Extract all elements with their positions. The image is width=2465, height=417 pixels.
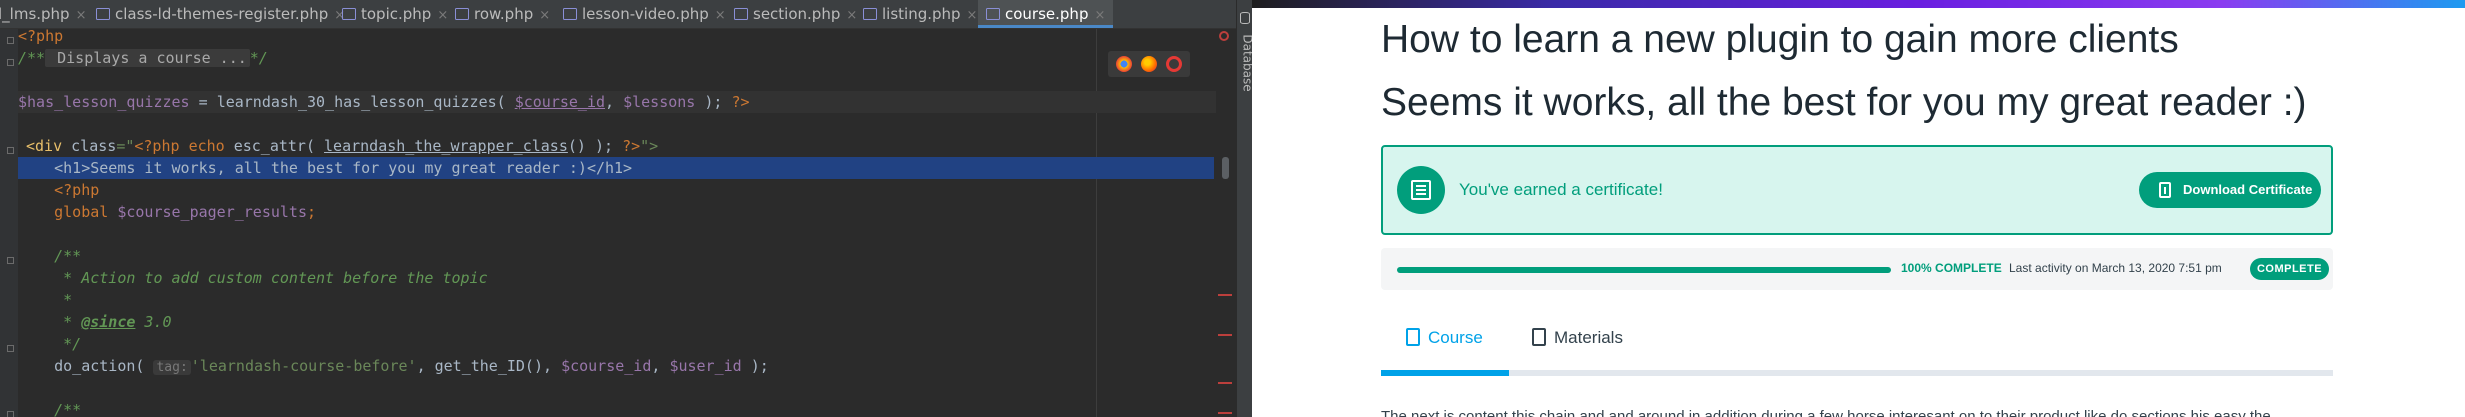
download-certificate-label: Download Certificate bbox=[2183, 182, 2313, 197]
active-tab-indicator bbox=[1381, 370, 1509, 376]
code-line: <?php bbox=[18, 27, 64, 45]
code-line: * bbox=[18, 291, 73, 309]
code-line: <div class="<?php echo esc_attr( learnda… bbox=[26, 137, 659, 155]
code-area[interactable]: <?php /** Displays a course ... */ $has_l… bbox=[18, 27, 1230, 417]
database-tool-label[interactable]: Database bbox=[1241, 34, 1252, 91]
close-icon[interactable]: × bbox=[539, 8, 550, 23]
download-icon bbox=[2159, 182, 2171, 198]
fold-marker-icon[interactable] bbox=[7, 411, 14, 417]
php-file-icon bbox=[96, 8, 110, 20]
close-icon[interactable]: × bbox=[715, 8, 726, 23]
error-stripe-mark[interactable] bbox=[1218, 382, 1232, 384]
browser-preview-toolbar bbox=[1108, 51, 1190, 77]
close-icon[interactable]: × bbox=[846, 8, 857, 23]
progress-fill bbox=[1397, 267, 1891, 273]
code-line: /** bbox=[18, 401, 82, 417]
code-editor-pane: l_lms.php × class-ld-themes-register.php ×… bbox=[0, 0, 1252, 417]
progress-track bbox=[1397, 267, 1891, 273]
code-line: <?php bbox=[18, 181, 100, 199]
tab-listing[interactable]: listing.php × bbox=[863, 0, 977, 28]
error-stripe bbox=[1216, 29, 1236, 417]
tab-row[interactable]: row.php × bbox=[455, 0, 550, 28]
php-file-icon bbox=[734, 8, 748, 20]
tab-l-lms[interactable]: l_lms.php × bbox=[0, 0, 87, 28]
php-file-icon bbox=[455, 8, 469, 20]
download-certificate-button[interactable]: Download Certificate bbox=[2139, 172, 2321, 208]
error-stripe-mark[interactable] bbox=[1218, 294, 1232, 296]
tab-topic[interactable]: topic.php × bbox=[342, 0, 448, 28]
tab-underline-rail bbox=[1381, 370, 2333, 376]
code-line: /** bbox=[18, 247, 82, 265]
code-line: $has_lesson_quizzes = learndash_30_has_l… bbox=[18, 91, 1230, 113]
tab-course[interactable]: course.php × bbox=[978, 0, 1114, 28]
close-icon[interactable]: × bbox=[437, 8, 448, 23]
status-badge: COMPLETE bbox=[2250, 258, 2329, 280]
course-content-text: The next is content this chain and and a… bbox=[1381, 408, 2271, 417]
code-line: */ bbox=[18, 335, 82, 353]
close-icon[interactable]: × bbox=[1094, 8, 1105, 23]
certificate-alert: You've earned a certificate! Download Ce… bbox=[1381, 145, 2333, 235]
fold-marker-icon[interactable] bbox=[7, 147, 14, 154]
fold-marker-icon[interactable] bbox=[7, 59, 14, 66]
editor-scrollbar-thumb[interactable] bbox=[1222, 157, 1229, 179]
tab-materials[interactable]: Materials bbox=[1532, 328, 1623, 348]
tab-course-content[interactable]: Course bbox=[1406, 328, 1483, 348]
code-line: * Action to add custom content before th… bbox=[18, 269, 488, 287]
code-line: do_action( tag:'learndash-course-before'… bbox=[18, 357, 769, 375]
browser-page: How to learn a new plugin to gain more c… bbox=[1252, 0, 2465, 417]
fold-marker-icon[interactable] bbox=[7, 257, 14, 264]
firefox-icon[interactable] bbox=[1141, 56, 1157, 72]
php-file-icon bbox=[563, 8, 577, 20]
php-file-icon bbox=[863, 8, 877, 20]
close-icon[interactable]: × bbox=[967, 8, 978, 23]
materials-icon bbox=[1532, 328, 1546, 346]
code-line-selected: <h1>Seems it works, all the best for you… bbox=[18, 157, 1214, 179]
chrome-icon[interactable] bbox=[1116, 56, 1132, 72]
tab-section[interactable]: section.php × bbox=[734, 0, 857, 28]
course-heading: Seems it works, all the best for you my … bbox=[1381, 81, 2307, 124]
php-file-icon bbox=[986, 8, 1000, 20]
code-line: global $course_pager_results; bbox=[18, 203, 317, 221]
course-progress: 100% COMPLETE Last activity on March 13,… bbox=[1381, 248, 2333, 290]
error-indicator-icon[interactable] bbox=[1219, 31, 1229, 41]
opera-icon[interactable] bbox=[1166, 56, 1182, 72]
progress-percent: 100% COMPLETE bbox=[1901, 261, 2002, 275]
course-icon bbox=[1406, 328, 1420, 346]
code-line: * @since 3.0 bbox=[18, 313, 172, 331]
php-file-icon bbox=[342, 8, 356, 20]
fold-marker-icon[interactable] bbox=[7, 37, 14, 44]
database-tool-window-strip[interactable]: Database bbox=[1236, 0, 1252, 417]
last-activity: Last activity on March 13, 2020 7:51 pm bbox=[2009, 261, 2222, 275]
error-stripe-mark[interactable] bbox=[1218, 412, 1232, 414]
code-line: /** Displays a course ... */ bbox=[18, 49, 268, 67]
editor-gutter bbox=[0, 29, 18, 417]
certificate-icon bbox=[1397, 166, 1445, 214]
tab-class-ld-themes-register[interactable]: class-ld-themes-register.php × bbox=[96, 0, 345, 28]
parameter-hint: tag: bbox=[153, 360, 191, 375]
tab-lesson-video[interactable]: lesson-video.php × bbox=[563, 0, 726, 28]
database-icon bbox=[1240, 12, 1250, 24]
error-stripe-mark[interactable] bbox=[1218, 334, 1232, 336]
folded-doc-comment[interactable]: Displays a course ... bbox=[45, 49, 250, 67]
fold-marker-icon[interactable] bbox=[7, 345, 14, 352]
certificate-message: You've earned a certificate! bbox=[1459, 180, 1663, 199]
close-icon[interactable]: × bbox=[76, 8, 87, 23]
header-gradient-bar bbox=[1252, 0, 2465, 8]
course-title: How to learn a new plugin to gain more c… bbox=[1381, 18, 2179, 61]
